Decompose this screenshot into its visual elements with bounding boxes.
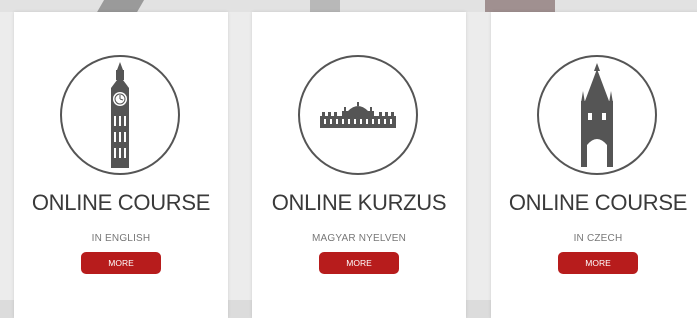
card-title: ONLINE COURSE (508, 190, 688, 215)
more-button[interactable]: MORE (319, 252, 399, 274)
prague-tower-icon (537, 55, 657, 175)
background-shape (485, 0, 555, 12)
big-ben-icon (60, 55, 180, 175)
card-title: ONLINE KURZUS (271, 190, 447, 215)
card-subtitle: IN ENGLISH (91, 233, 151, 244)
course-card-czech: ONLINE COURSE IN CZECH MORE (491, 12, 697, 318)
card-title: ONLINE COURSE (31, 190, 211, 215)
course-card-hungarian: ONLINE KURZUS MAGYAR NYELVEN MORE (252, 12, 466, 318)
card-subtitle: MAGYAR NYELVEN (311, 233, 407, 244)
more-button[interactable]: MORE (81, 252, 161, 274)
background-shape (310, 0, 340, 12)
parliament-icon (298, 55, 418, 175)
more-button[interactable]: MORE (558, 252, 638, 274)
course-card-english: ONLINE COURSE IN ENGLISH MORE (14, 12, 228, 318)
card-subtitle: IN CZECH (573, 233, 623, 244)
